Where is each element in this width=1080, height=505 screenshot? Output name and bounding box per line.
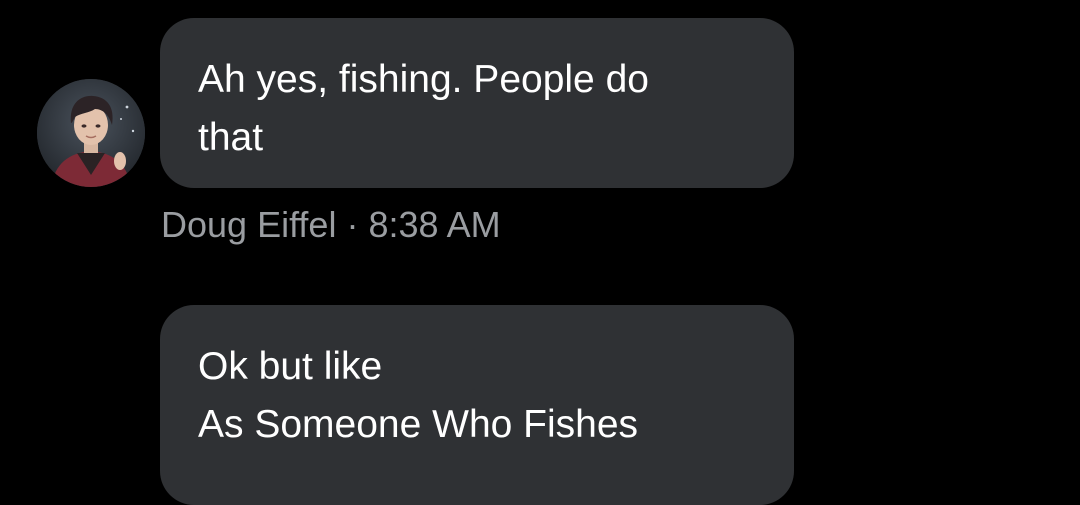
message-bubble[interactable]: Ok but like As Someone Who Fishes xyxy=(160,305,794,505)
message-text-line: Ok but like xyxy=(198,345,383,388)
avatar-portrait-icon xyxy=(37,79,145,187)
message-bubble[interactable]: Ah yes, fishing. People do that xyxy=(160,18,794,188)
message-text-line: As Someone Who Fishes xyxy=(198,403,639,446)
message-meta: Doug Eiffel · 8:38 AM xyxy=(161,201,501,249)
sender-name: Doug Eiffel xyxy=(161,204,337,245)
message-timestamp: 8:38 AM xyxy=(368,204,501,245)
meta-separator: · xyxy=(346,204,359,245)
message-text-line: Ah yes, fishing. People do xyxy=(198,58,649,101)
message-text-line: that xyxy=(198,116,264,159)
sender-avatar[interactable] xyxy=(37,79,145,187)
